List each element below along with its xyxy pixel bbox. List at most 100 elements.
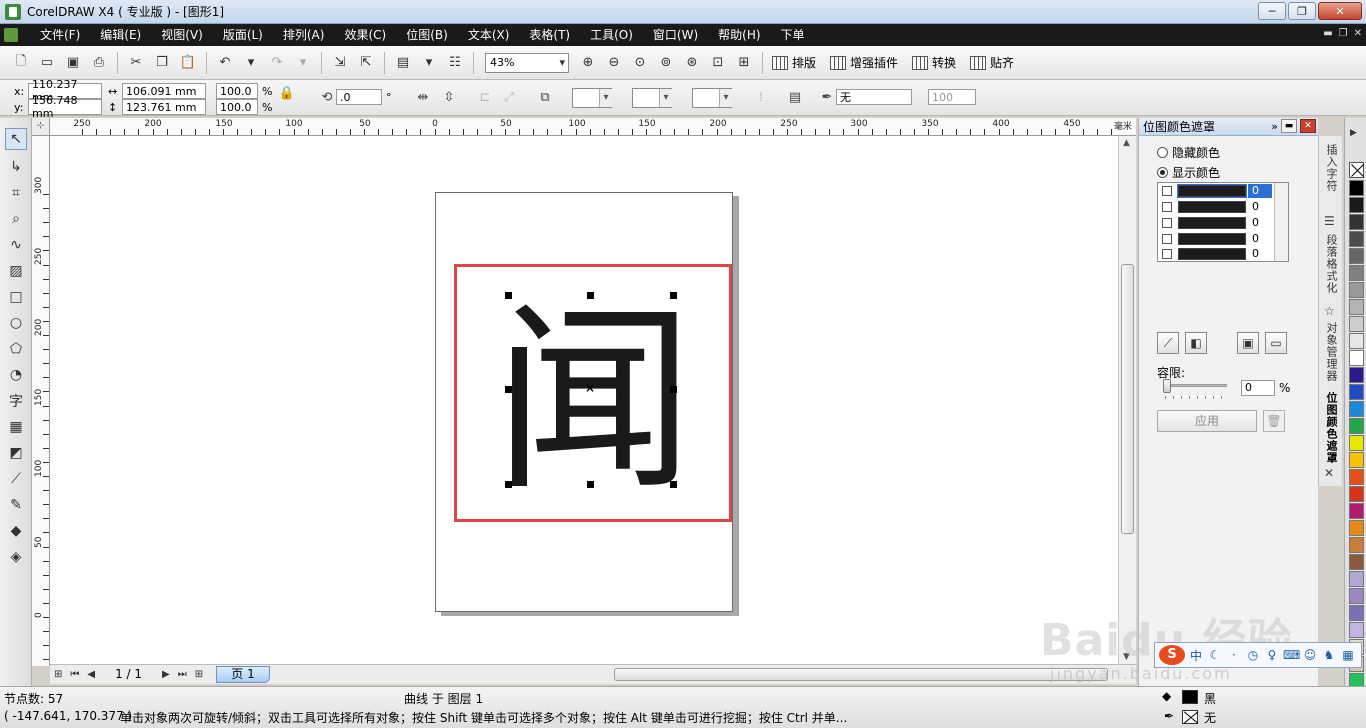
palette-color-swatch[interactable] bbox=[1349, 605, 1364, 621]
zoom-all-objects-icon[interactable]: ⊚ bbox=[655, 52, 677, 74]
menu-file[interactable]: 文件(F) bbox=[30, 24, 90, 46]
rotation-angle-input[interactable]: .0 bbox=[336, 89, 382, 105]
combine-icon[interactable]: ⊏ bbox=[476, 88, 494, 106]
selection-handle-top-left[interactable] bbox=[505, 292, 512, 299]
palette-color-swatch[interactable] bbox=[1349, 554, 1364, 570]
print-icon[interactable]: ⎙ bbox=[88, 52, 110, 74]
last-page-icon[interactable]: ⏭ bbox=[178, 669, 187, 680]
zoom-tool-icon[interactable]: ⌕ bbox=[5, 208, 27, 230]
selection-handle-top-right[interactable] bbox=[670, 292, 677, 299]
ime-clock-icon[interactable]: ◷ bbox=[1245, 648, 1261, 662]
cut-icon[interactable]: ✂ bbox=[125, 52, 147, 74]
snap-plugin-button[interactable]: 贴齐 bbox=[970, 54, 1014, 71]
close-tab-icon[interactable]: ✕ bbox=[1324, 466, 1338, 480]
menu-effects[interactable]: 效果(C) bbox=[334, 24, 396, 46]
launcher-dropdown-icon[interactable]: ▾ bbox=[418, 52, 440, 74]
hide-colors-option[interactable]: 隐藏颜色 bbox=[1157, 144, 1220, 161]
mask-color-list[interactable]: 0 0 0 0 0 bbox=[1157, 182, 1289, 262]
selection-handle-bottom[interactable] bbox=[587, 481, 594, 488]
outline-width-select[interactable]: 无 bbox=[836, 89, 912, 105]
palette-color-swatch[interactable] bbox=[1349, 299, 1364, 315]
palette-scroll-up-icon[interactable]: ▶ bbox=[1350, 128, 1357, 138]
pick-tool-icon[interactable]: ↖ bbox=[5, 128, 27, 150]
object-height-input[interactable]: 123.761 mm bbox=[122, 99, 206, 115]
selection-handle-right[interactable] bbox=[670, 386, 677, 393]
scroll-up-icon[interactable]: ▲ bbox=[1123, 138, 1130, 148]
open-folder-icon[interactable]: ▭ bbox=[36, 52, 58, 74]
ime-grid-icon[interactable]: ▦ bbox=[1340, 648, 1356, 662]
mirror-horizontal-icon[interactable]: ⇹ bbox=[414, 88, 432, 106]
zoom-in-icon[interactable]: ⊕ bbox=[577, 52, 599, 74]
doc-close-icon[interactable]: ✕ bbox=[1354, 28, 1362, 39]
palette-color-swatch[interactable] bbox=[1349, 333, 1364, 349]
palette-color-swatch[interactable] bbox=[1349, 248, 1364, 264]
color-list-scrollbar[interactable] bbox=[1274, 183, 1288, 261]
scale-height-input[interactable]: 100.0 bbox=[216, 99, 258, 115]
list-item[interactable]: 0 bbox=[1158, 199, 1274, 215]
color-checkbox[interactable] bbox=[1162, 234, 1172, 244]
selection-handle-left[interactable] bbox=[505, 386, 512, 393]
outline-value-input[interactable]: 100 bbox=[928, 89, 976, 105]
palette-color-swatch[interactable] bbox=[1349, 503, 1364, 519]
import-icon[interactable]: ⇲ bbox=[329, 52, 351, 74]
palette-color-swatch[interactable] bbox=[1349, 231, 1364, 247]
interactive-blend-tool-icon[interactable]: ◩ bbox=[5, 442, 27, 464]
interactive-fill-tool-icon[interactable]: ◈ bbox=[5, 546, 27, 568]
vertical-scroll-thumb[interactable] bbox=[1121, 264, 1134, 534]
menu-arrange[interactable]: 排列(A) bbox=[273, 24, 335, 46]
selection-handle-bottom-left[interactable] bbox=[505, 481, 512, 488]
tolerance-slider-track[interactable] bbox=[1165, 384, 1227, 387]
ellipse-tool-icon[interactable]: ○ bbox=[5, 312, 27, 334]
show-colors-option[interactable]: 显示颜色 bbox=[1157, 164, 1220, 181]
zoom-level-select[interactable]: 43% bbox=[485, 52, 569, 73]
save-mask-icon[interactable]: ▣ bbox=[1237, 332, 1259, 354]
tab-object-manager[interactable]: 对象管理器 bbox=[1323, 322, 1339, 382]
ime-mode[interactable]: 中 bbox=[1188, 647, 1204, 664]
tab-paragraph-formatting[interactable]: 段落格式化 bbox=[1323, 234, 1339, 294]
palette-color-swatch[interactable] bbox=[1349, 197, 1364, 213]
basic-shapes-tool-icon[interactable]: ◔ bbox=[5, 364, 27, 386]
fill-color-swatch[interactable] bbox=[1182, 690, 1198, 704]
menu-text[interactable]: 文本(X) bbox=[458, 24, 520, 46]
no-color-swatch[interactable] bbox=[1349, 162, 1364, 178]
wrap-text-icon[interactable]: ⁞ bbox=[752, 88, 770, 106]
y-position-input[interactable]: 156.748 mm bbox=[28, 94, 102, 120]
add-page-before-icon[interactable]: ⊞ bbox=[54, 669, 62, 680]
list-item[interactable]: 0 bbox=[1158, 231, 1274, 247]
shape-tool-icon[interactable]: ↳ bbox=[5, 156, 27, 178]
color-swatch-dropdown[interactable] bbox=[692, 88, 732, 108]
selection-handle-top[interactable] bbox=[587, 292, 594, 299]
palette-color-swatch[interactable] bbox=[1349, 214, 1364, 230]
convert-plugin-button[interactable]: 转换 bbox=[912, 54, 956, 71]
color-checkbox[interactable] bbox=[1162, 249, 1172, 259]
menu-table[interactable]: 表格(T) bbox=[519, 24, 580, 46]
mirror-vertical-icon[interactable]: ⇳ bbox=[440, 88, 458, 106]
restore-button[interactable]: ❐ bbox=[1288, 2, 1316, 20]
horizontal-scroll-thumb[interactable] bbox=[614, 668, 1108, 681]
add-page-after-icon[interactable]: ⊞ bbox=[195, 669, 203, 680]
open-mask-icon[interactable]: ▭ bbox=[1265, 332, 1287, 354]
menu-edit[interactable]: 编辑(E) bbox=[90, 24, 151, 46]
delete-color-icon[interactable]: 🗑 bbox=[1263, 410, 1285, 432]
palette-color-swatch[interactable] bbox=[1349, 622, 1364, 638]
menu-view[interactable]: 视图(V) bbox=[151, 24, 213, 46]
zoom-page-icon[interactable]: ⊛ bbox=[681, 52, 703, 74]
palette-color-swatch[interactable] bbox=[1349, 537, 1364, 553]
zoom-selected-icon[interactable]: ⊙ bbox=[629, 52, 651, 74]
edit-color-icon[interactable]: ◧ bbox=[1185, 332, 1207, 354]
selection-handle-bottom-right[interactable] bbox=[670, 481, 677, 488]
ime-people-icon[interactable]: ☺ bbox=[1302, 648, 1318, 662]
zoom-out-icon[interactable]: ⊖ bbox=[603, 52, 625, 74]
list-item[interactable]: 0 bbox=[1158, 215, 1274, 231]
undo-icon[interactable]: ↶ bbox=[214, 52, 236, 74]
coreldraw-app-icon[interactable] bbox=[5, 3, 21, 20]
redo-icon[interactable]: ↷ bbox=[266, 52, 288, 74]
menu-layout[interactable]: 版面(L) bbox=[213, 24, 273, 46]
application-launcher-icon[interactable]: ▤ bbox=[392, 52, 414, 74]
palette-color-swatch[interactable] bbox=[1349, 418, 1364, 434]
palette-color-swatch[interactable] bbox=[1349, 367, 1364, 383]
object-width-input[interactable]: 106.091 mm bbox=[122, 83, 206, 99]
list-item[interactable]: 0 bbox=[1158, 247, 1274, 261]
horizontal-ruler[interactable]: 250 200 150 100 50 0 50 100 150 200 250 … bbox=[50, 118, 1136, 136]
rectangle-tool-icon[interactable]: □ bbox=[5, 286, 27, 308]
